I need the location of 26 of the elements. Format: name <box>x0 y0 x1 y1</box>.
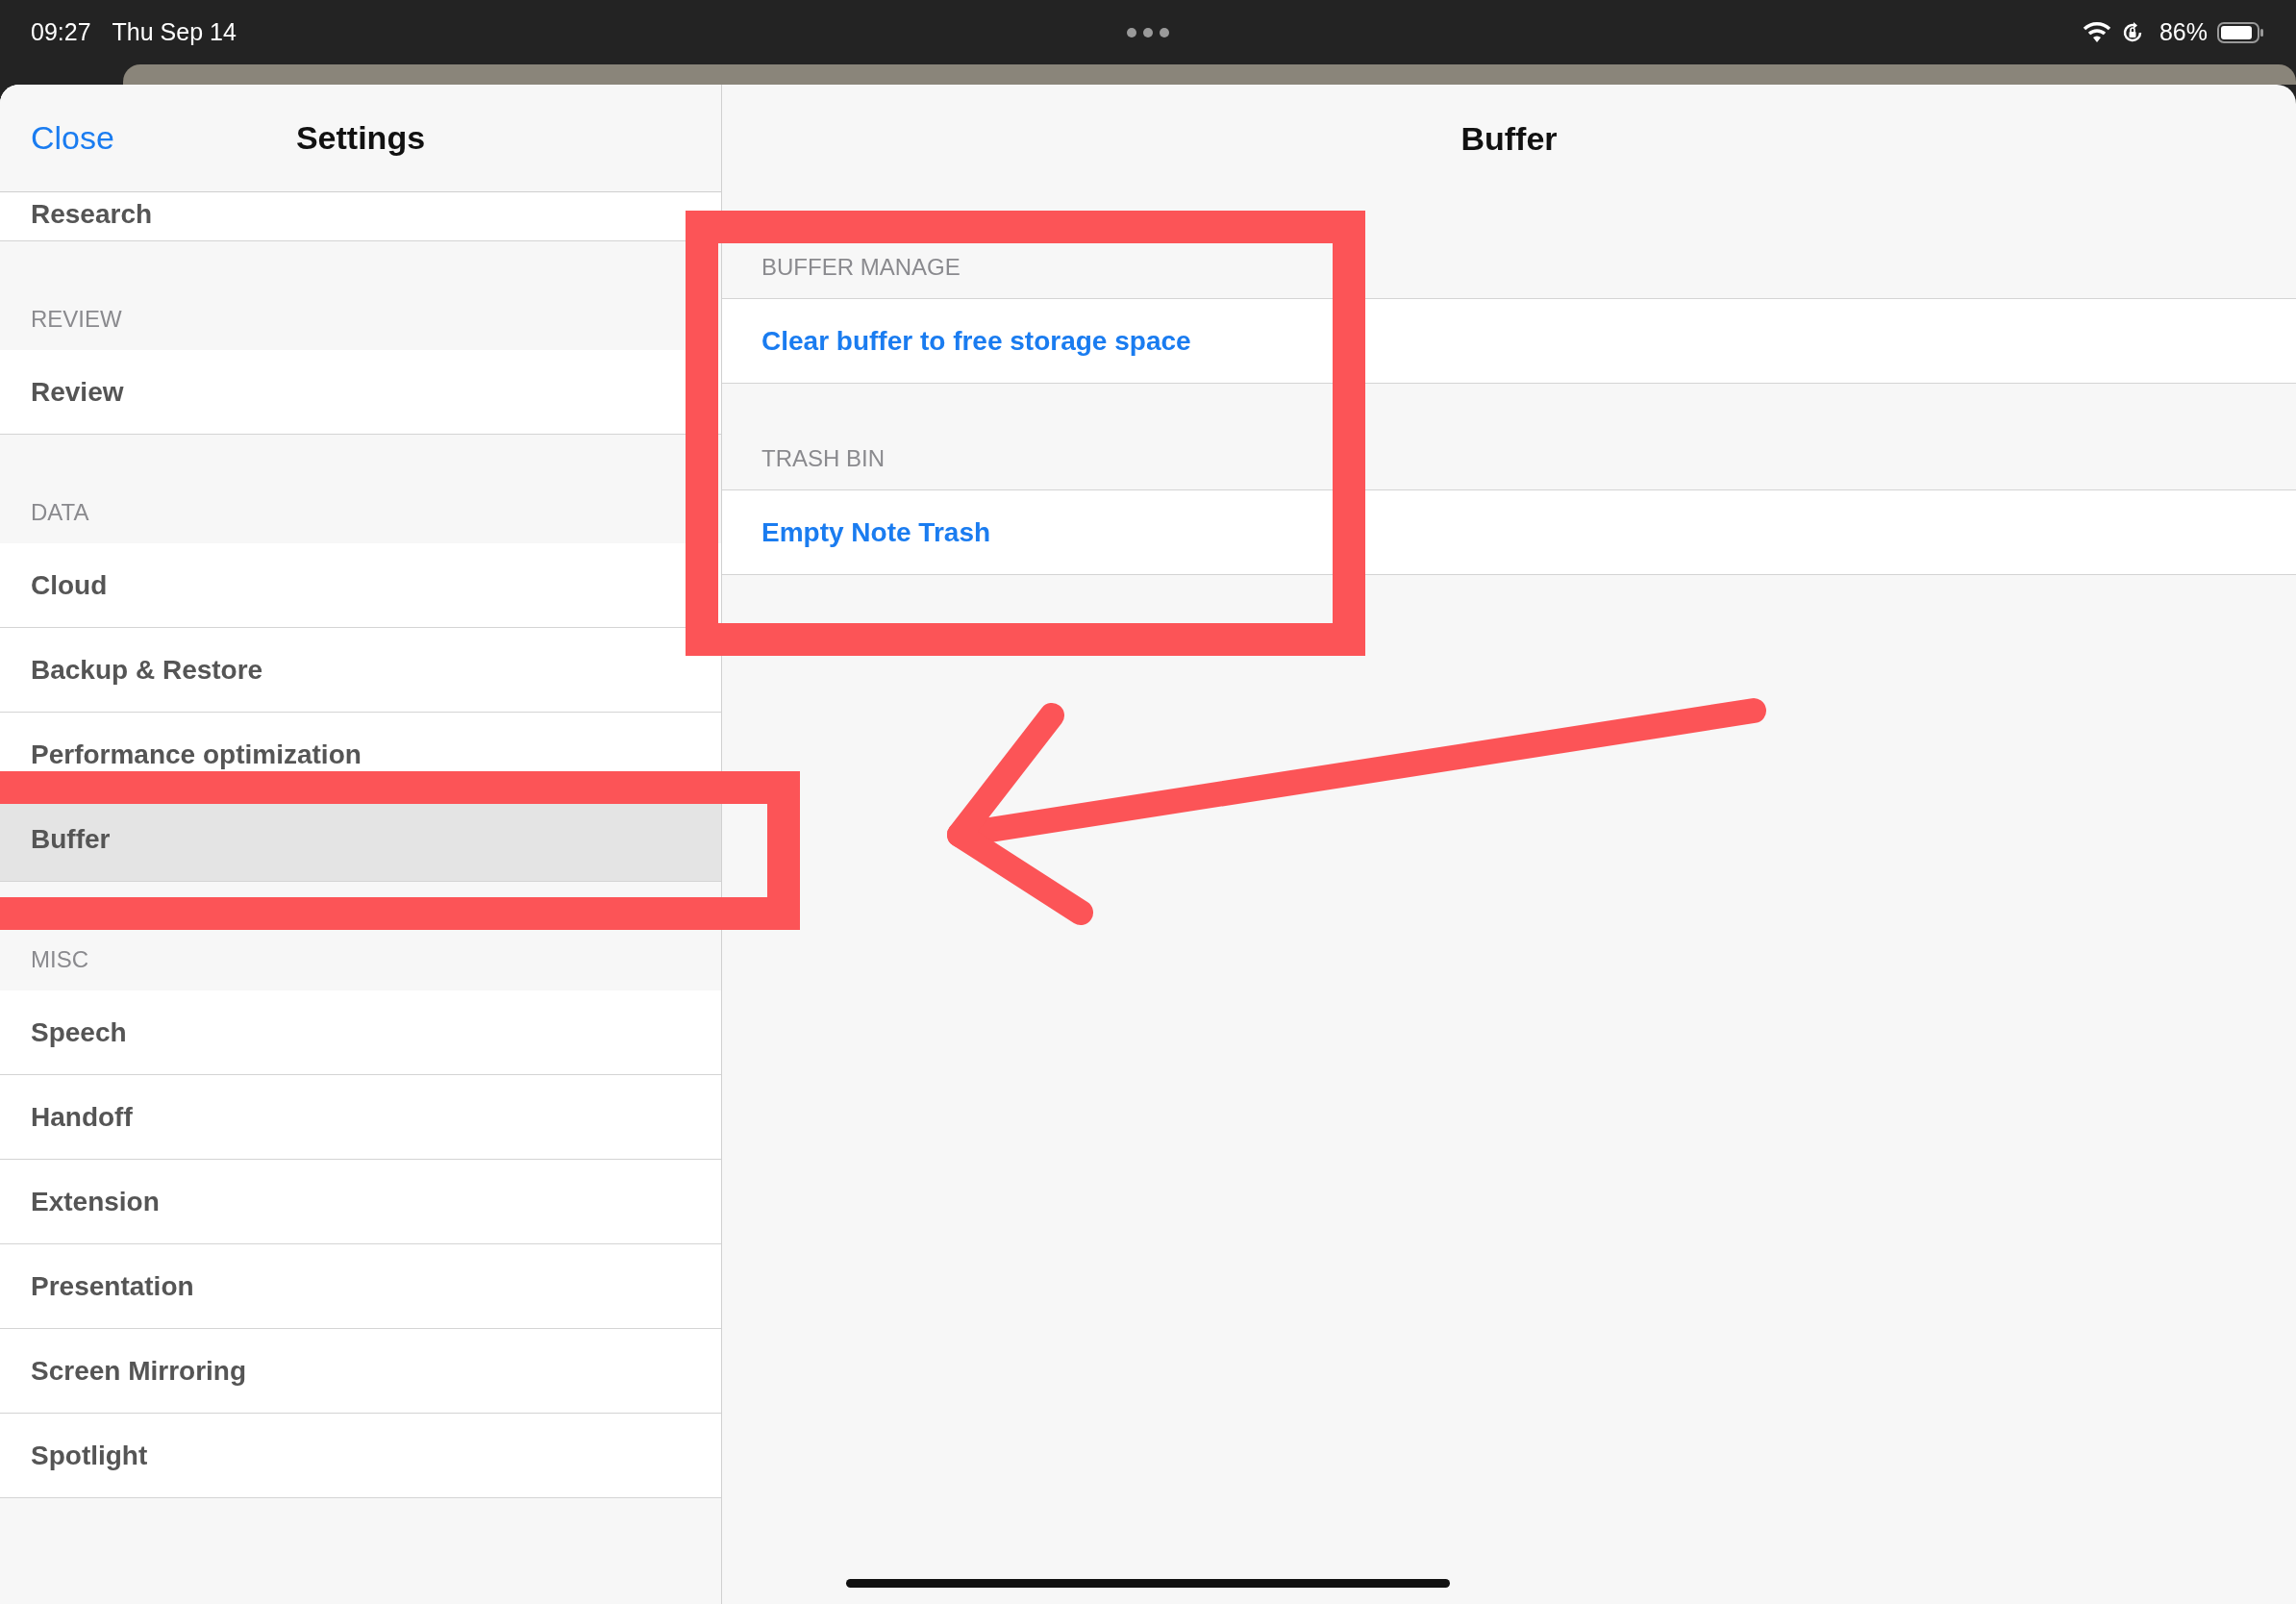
settings-row[interactable]: Backup & Restore <box>0 628 721 713</box>
battery-icon <box>2217 20 2265 44</box>
status-date: Thu Sep 14 <box>112 16 237 47</box>
status-time: 09:27 <box>31 16 91 47</box>
section-header: TRASH BIN <box>761 444 885 473</box>
section-header: REVIEW <box>31 305 122 334</box>
settings-row[interactable]: Cloud <box>0 543 721 628</box>
nav-title: Buffer <box>1460 118 1558 159</box>
section-header: DATA <box>31 498 89 527</box>
settings-row[interactable]: Extension <box>0 1160 721 1244</box>
settings-row[interactable]: Review <box>0 350 721 435</box>
action-link[interactable]: Empty Note Trash <box>761 512 991 553</box>
settings-row[interactable]: Spotlight <box>0 1414 721 1498</box>
wifi-icon <box>2082 20 2111 44</box>
close-button[interactable]: Close <box>31 113 114 163</box>
section-header: BUFFER MANAGE <box>761 253 961 282</box>
more-dots-icon <box>1126 26 1170 38</box>
battery-percent: 86% <box>2159 16 2208 47</box>
settings-row[interactable]: Presentation <box>0 1244 721 1329</box>
settings-row[interactable]: Handoff <box>0 1075 721 1160</box>
settings-row[interactable]: Research <box>0 192 721 241</box>
settings-row[interactable]: Screen Mirroring <box>0 1329 721 1414</box>
nav-title: Settings <box>295 118 426 158</box>
section-header: MISC <box>31 945 88 974</box>
settings-row[interactable]: Speech <box>0 990 721 1075</box>
action-link[interactable]: Clear buffer to free storage space <box>761 320 1191 362</box>
